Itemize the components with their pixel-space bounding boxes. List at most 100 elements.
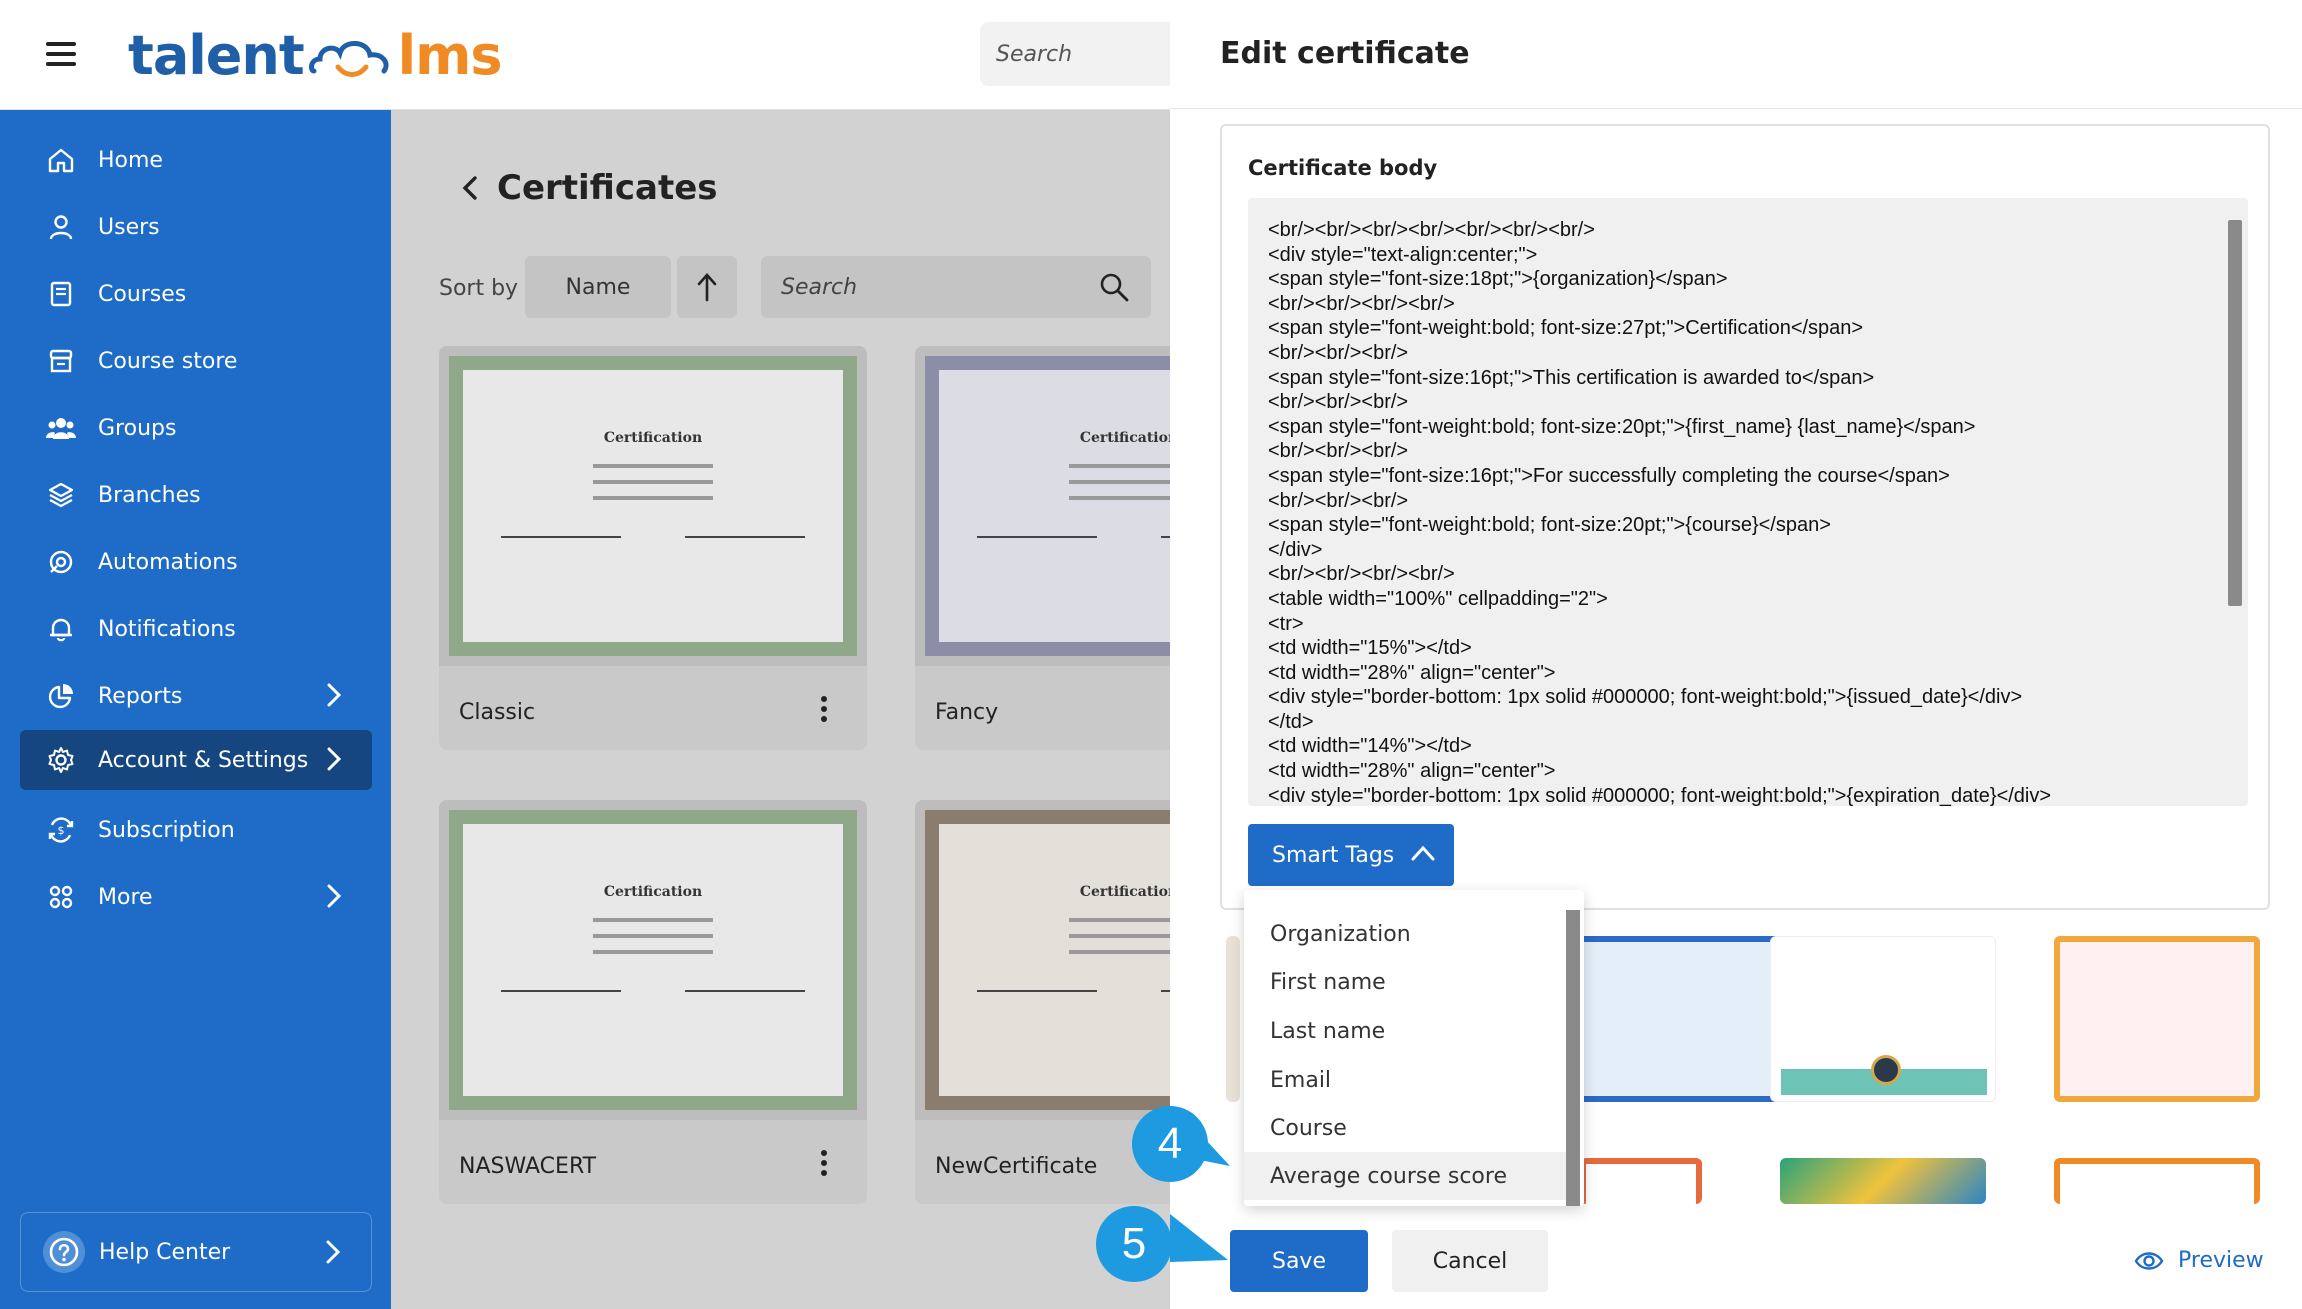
top-bar: talent lms Search <box>0 0 1180 110</box>
code-line: <span style="font-size:16pt;">This certi… <box>1268 366 1875 389</box>
home-icon <box>46 145 76 175</box>
template-thumbnail[interactable] <box>2054 936 2260 1102</box>
template-thumbnail[interactable] <box>1780 1158 1986 1204</box>
smart-tag-course[interactable]: Course <box>1244 1104 1570 1152</box>
template-thumbnail[interactable] <box>1578 936 1790 1102</box>
sidebar-item-account-settings[interactable]: Account & Settings <box>20 730 372 790</box>
talentlms-logo[interactable]: talent lms <box>128 24 503 87</box>
certificate-card[interactable]: Certification NASWACERT <box>439 800 867 1204</box>
top-search-input[interactable]: Search <box>980 22 1180 86</box>
sidebar-item-subscription[interactable]: $ Subscription <box>20 800 372 860</box>
more-options-icon[interactable] <box>821 1150 827 1180</box>
sidebar-item-label: More <box>98 884 153 910</box>
template-thumbnail[interactable] <box>1580 1158 1702 1204</box>
chevron-right-icon <box>325 1239 341 1271</box>
sidebar-item-label: Subscription <box>98 817 235 843</box>
code-line: <td width="28%" align="center"> <box>1268 760 1556 783</box>
book-icon <box>46 279 76 309</box>
editor-scrollbar[interactable] <box>2228 206 2242 798</box>
certificates-search-input[interactable]: Search <box>761 256 1151 318</box>
sidebar-item-notifications[interactable]: Notifications <box>20 599 372 659</box>
sidebar-item-automations[interactable]: Automations <box>20 532 372 592</box>
smart-tag-average-course-score[interactable]: Average course score <box>1244 1152 1570 1200</box>
callout-number: 4 <box>1157 1119 1183 1168</box>
save-button[interactable]: Save <box>1230 1230 1368 1292</box>
sidebar-item-label: Account & Settings <box>98 747 309 773</box>
sidebar-item-label: Users <box>98 214 160 240</box>
help-center-label: Help Center <box>99 1239 231 1265</box>
smart-tags-button[interactable]: Smart Tags <box>1248 824 1454 886</box>
user-icon <box>46 212 76 242</box>
smart-tags-label: Smart Tags <box>1272 842 1395 868</box>
certificate-thumbnail: Certification <box>439 346 867 666</box>
layers-icon <box>46 480 76 510</box>
cert-thumbnail-title: Certification <box>603 884 703 900</box>
more-options-icon[interactable] <box>821 696 827 726</box>
code-line: <span style="font-size:16pt;">For succes… <box>1268 464 1950 487</box>
chevron-right-icon <box>326 746 342 778</box>
cancel-button[interactable]: Cancel <box>1392 1230 1548 1292</box>
sidebar-item-label: Groups <box>98 415 177 441</box>
code-line: <br/><br/><br/> <box>1268 391 1409 414</box>
sidebar-item-course-store[interactable]: Course store <box>20 331 372 391</box>
certificate-body-editor[interactable]: <br/><br/><br/><br/><br/><br/><br/> <div… <box>1248 198 2248 806</box>
code-line: <table width="100%" cellpadding="2"> <box>1268 587 1608 610</box>
code-line: <span style="font-size:18pt;">{organizat… <box>1268 268 1728 291</box>
code-line: <br/><br/><br/><br/> <box>1268 292 1455 315</box>
sidebar-item-label: Course store <box>98 348 238 374</box>
preview-button[interactable]: Preview <box>2134 1248 2264 1273</box>
menu-icon[interactable] <box>46 42 76 66</box>
code-line: </td> <box>1268 710 1314 733</box>
template-thumbnail[interactable] <box>1226 936 1240 1102</box>
code-line: <br/><br/><br/> <box>1268 440 1409 463</box>
svg-text:$: $ <box>58 824 65 837</box>
template-thumbnail[interactable] <box>1770 936 1996 1102</box>
dropdown-scrollbar[interactable] <box>1566 910 1580 1206</box>
sidebar-item-label: Home <box>98 147 163 173</box>
code-line: <br/><br/><br/> <box>1268 341 1409 364</box>
sidebar-item-users[interactable]: Users <box>20 197 372 257</box>
gear-icon <box>46 745 76 775</box>
sidebar-item-home[interactable]: Home <box>20 130 372 190</box>
code-line: </div> <box>1268 538 1323 561</box>
code-line: <span style="font-weight:bold; font-size… <box>1268 317 1864 340</box>
group-icon <box>46 413 76 443</box>
sort-direction-button[interactable] <box>677 256 737 318</box>
code-line: <tr> <box>1268 612 1304 635</box>
certificate-card[interactable]: Certification Classic <box>439 346 867 750</box>
help-center-button[interactable]: Help Center <box>20 1212 372 1292</box>
arrow-up-icon <box>697 273 717 302</box>
sort-field-select[interactable]: Name <box>525 256 671 318</box>
smart-tag-last-name[interactable]: Last name <box>1244 1007 1570 1055</box>
eye-icon <box>2134 1251 2164 1270</box>
callout-step-5: 5 <box>1096 1206 1172 1282</box>
certificate-card-label: Fancy <box>935 700 999 725</box>
logo-text-left: talent <box>128 24 305 87</box>
certificate-card-label: Classic <box>459 700 536 725</box>
cert-thumbnail-title: Certification <box>603 430 703 446</box>
sidebar-item-reports[interactable]: Reports <box>20 666 372 726</box>
sidebar-item-more[interactable]: More <box>20 867 372 927</box>
code-line: <td width="28%" align="center"> <box>1268 661 1556 684</box>
code-line: <span style="font-weight:bold; font-size… <box>1268 415 1976 438</box>
logo-text-right: lms <box>397 24 503 87</box>
pie-chart-icon <box>46 681 76 711</box>
sidebar-item-groups[interactable]: Groups <box>20 398 372 458</box>
bell-icon <box>46 614 76 644</box>
sidebar-item-label: Notifications <box>98 616 236 642</box>
back-chevron-icon[interactable] <box>461 174 479 202</box>
sidebar: Home Users Courses Course store Groups B… <box>0 110 391 1309</box>
sidebar-item-courses[interactable]: Courses <box>20 264 372 324</box>
smart-tags-dropdown: Organization First name Last name Email … <box>1244 890 1584 1206</box>
smart-tag-email[interactable]: Email <box>1244 1056 1570 1104</box>
sidebar-item-branches[interactable]: Branches <box>20 465 372 525</box>
search-icon[interactable] <box>1099 272 1129 302</box>
editor-scrollbar-thumb[interactable] <box>2228 220 2242 606</box>
code-line: <span style="font-weight:bold; font-size… <box>1268 514 1831 537</box>
page-title-text: Certificates <box>497 168 718 208</box>
sidebar-item-label: Branches <box>98 482 201 508</box>
template-thumbnail[interactable] <box>2054 1158 2260 1204</box>
smart-tag-first-name[interactable]: First name <box>1244 958 1570 1006</box>
cloud-logo-icon <box>308 41 389 78</box>
smart-tag-organization[interactable]: Organization <box>1244 910 1570 958</box>
